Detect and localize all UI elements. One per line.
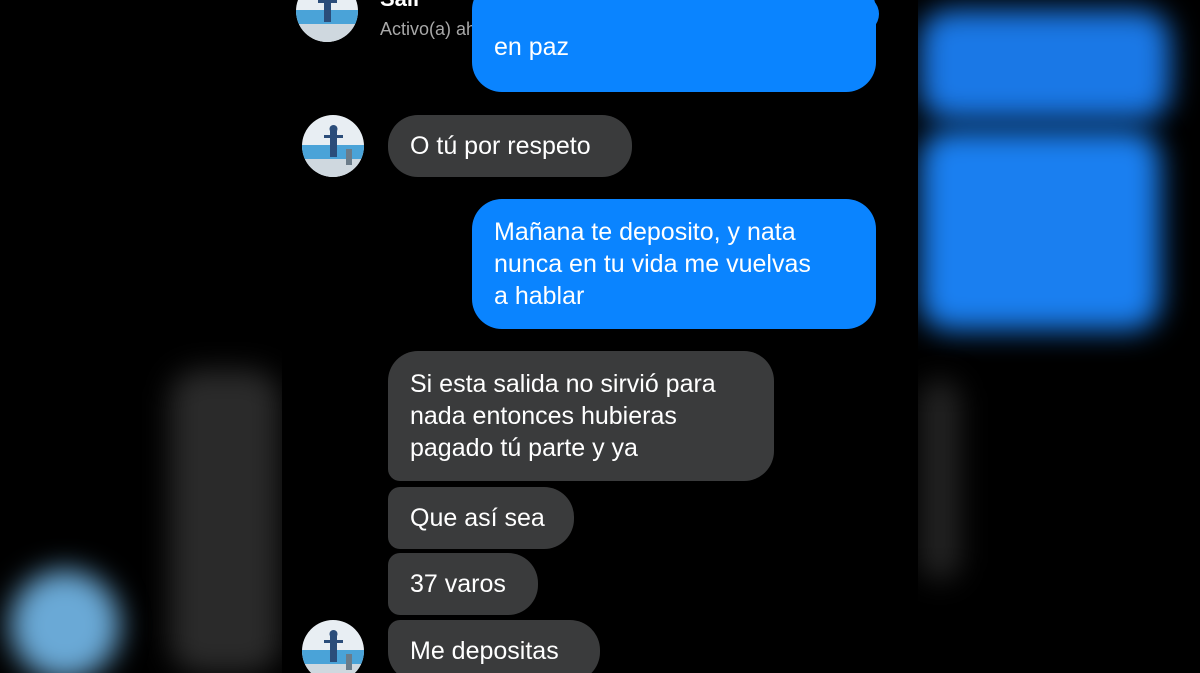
contact-avatar[interactable] (302, 620, 364, 673)
message-text: O tú por respeto (410, 132, 591, 160)
message-bubble-incoming[interactable]: O tú por respeto (388, 115, 632, 177)
screenshot-stage: Sair Activo(a) ahora (0, 0, 1200, 673)
message-text: 37 varos (410, 570, 506, 598)
blurred-background-panel (170, 370, 280, 673)
message-text: en paz (494, 33, 570, 61)
blurred-background-bubble (920, 10, 1170, 120)
contact-avatar[interactable] (302, 115, 364, 177)
message-bubble-incoming[interactable]: 37 varos (388, 553, 538, 615)
message-text-line: nunca en tu vida me vuelvas (494, 250, 811, 278)
message-bubble-incoming[interactable]: Me depositas (388, 620, 600, 673)
contact-name: Sair (380, 0, 422, 12)
avatar-image (296, 0, 358, 42)
blurred-background-panel (920, 380, 960, 580)
message-text: Que así sea (410, 504, 545, 532)
message-text-line: Mañana te deposito, y nata (494, 218, 796, 246)
chat-screen: Sair Activo(a) ahora (282, 0, 918, 673)
contact-avatar[interactable] (296, 0, 358, 42)
message-bubble-incoming[interactable]: Si esta salida no sirvió para nada enton… (388, 351, 774, 481)
blurred-background-avatar (10, 570, 120, 673)
message-text-line: a hablar (494, 282, 585, 310)
message-bubble-outgoing[interactable]: en paz (472, 0, 876, 92)
avatar-image (302, 620, 364, 673)
message-text: Me depositas (410, 637, 559, 665)
avatar-image (302, 115, 364, 177)
message-bubble-incoming[interactable]: Que así sea (388, 487, 574, 549)
message-bubble-outgoing[interactable]: Mañana te deposito, y nata nunca en tu v… (472, 199, 876, 329)
message-text-line: nada entonces hubieras (410, 402, 677, 430)
message-text-line: Si esta salida no sirvió para (410, 370, 716, 398)
blurred-background-bubble (920, 130, 1160, 330)
message-text-line: pagado tú parte y ya (410, 434, 638, 462)
